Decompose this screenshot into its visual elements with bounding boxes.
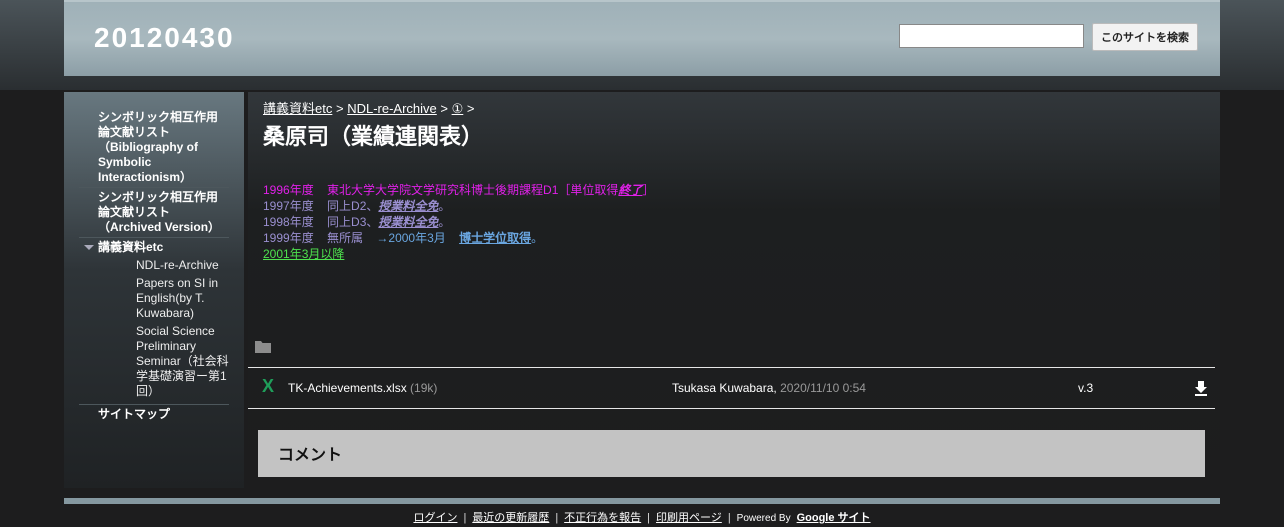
- year-label: 1997年度: [263, 199, 314, 213]
- list-item: 2001年3月以降: [263, 246, 654, 262]
- breadcrumb-link-ndl[interactable]: NDL-re-Archive: [347, 101, 437, 116]
- sidebar-nav: シンボリック相互作用論文献リスト（Bibliography of Symboli…: [79, 110, 229, 426]
- attachment-uploader: Tsukasa Kuwabara, 2020/11/10 0:54: [672, 381, 866, 395]
- footer: ログイン | 最近の更新履歴 | 不正行為を報告 | 印刷用ページ | Powered By Go…: [0, 509, 1284, 525]
- attachment-filename[interactable]: TK-Achievements.xlsx: [288, 381, 407, 395]
- attachment-size: (19k): [410, 381, 438, 395]
- powered-by-text: Powered By: [736, 513, 791, 524]
- completed-link[interactable]: 終了: [618, 183, 642, 197]
- tuition-waiver-link[interactable]: 授業料全免: [378, 199, 438, 213]
- item-tail: 。: [438, 215, 451, 229]
- sidebar-item-label[interactable]: シンボリック相互作用論文献リスト（Archived Version）: [98, 190, 220, 234]
- print-page-link[interactable]: 印刷用ページ: [656, 512, 722, 524]
- year-label: 1999年度: [263, 231, 314, 245]
- attachment-version[interactable]: v.3: [1078, 381, 1093, 395]
- sidebar-subitem-ndl[interactable]: NDL-re-Archive: [98, 258, 229, 273]
- breadcrumb-separator: >: [466, 101, 475, 116]
- page-title: 桑原司（業績連関表）: [263, 124, 484, 149]
- comments-section: コメント: [258, 430, 1205, 477]
- item-tail: ］: [642, 183, 655, 197]
- sidebar-item-label[interactable]: 講義資料etc: [98, 240, 163, 254]
- attachment-date: 2020/11/10 0:54: [780, 381, 866, 395]
- year-label: 1996年度: [263, 183, 314, 197]
- breadcrumb-separator: >: [440, 101, 448, 116]
- item-tail: 。: [438, 199, 451, 213]
- tuition-waiver-link[interactable]: 授業料全免: [378, 215, 438, 229]
- site-header: 20120430 このサイトを検索: [64, 0, 1220, 76]
- attachment-row: X TK-Achievements.xlsx (19k) Tsukasa Kuw…: [248, 367, 1215, 409]
- sidebar: シンボリック相互作用論文献リスト（Bibliography of Symboli…: [64, 92, 244, 488]
- item-tail: 。: [531, 231, 544, 245]
- doctorate-link[interactable]: 博士学位取得: [459, 231, 531, 245]
- folder-icon: [255, 341, 271, 353]
- breadcrumb-link-lecture[interactable]: 講義資料etc: [263, 101, 332, 116]
- item-text: 無所属: [327, 231, 364, 245]
- footer-separator: |: [647, 512, 651, 524]
- search-button[interactable]: このサイトを検索: [1092, 23, 1198, 51]
- sidebar-subitem-papers[interactable]: Papers on SI in English(by T. Kuwabara): [98, 276, 229, 321]
- sidebar-item-bibliography[interactable]: シンボリック相互作用論文献リスト（Bibliography of Symboli…: [79, 110, 229, 188]
- google-sites-link[interactable]: Google サイト: [797, 512, 871, 524]
- excel-file-icon: X: [262, 376, 275, 396]
- breadcrumb-separator: >: [335, 101, 344, 116]
- attachment-author: Tsukasa Kuwabara,: [672, 381, 777, 395]
- list-item: 1998年度 同上D3、授業料全免。: [263, 214, 654, 230]
- sidebar-item-label[interactable]: サイトマップ: [98, 407, 170, 421]
- list-item: 1999年度 無所属 →2000年3月 博士学位取得。: [263, 230, 654, 246]
- report-abuse-link[interactable]: 不正行為を報告: [564, 512, 641, 524]
- item-text: 同上D3、: [327, 215, 379, 229]
- list-item: 1996年度 東北大学大学院文学研究科博士後期課程D1［単位取得終了］: [263, 182, 654, 198]
- site-title[interactable]: 20120430: [94, 22, 235, 54]
- footer-separator: |: [555, 512, 559, 524]
- expand-triangle-icon[interactable]: [84, 245, 94, 250]
- footer-bar: [64, 498, 1220, 504]
- breadcrumb-link-1[interactable]: ①: [452, 101, 464, 116]
- item-text: 東北大学大学院文学研究科博士後期課程D1［単位取得: [327, 183, 619, 197]
- breadcrumb: 講義資料etc > NDL-re-Archive > ① >: [263, 98, 474, 117]
- item-arrow-text: →2000年3月: [376, 231, 446, 245]
- footer-separator: |: [727, 512, 731, 524]
- achievement-list: 1996年度 東北大学大学院文学研究科博士後期課程D1［単位取得終了］ 1997…: [263, 182, 654, 262]
- login-link[interactable]: ログイン: [413, 512, 457, 524]
- sidebar-item-label[interactable]: シンボリック相互作用論文献リスト（Bibliography of Symboli…: [98, 110, 218, 184]
- attachment-file[interactable]: TK-Achievements.xlsx (19k): [288, 381, 437, 395]
- search-input[interactable]: [899, 24, 1084, 48]
- sidebar-item-sitemap[interactable]: サイトマップ: [79, 407, 229, 424]
- year-label: 1998年度: [263, 215, 314, 229]
- download-icon[interactable]: [1194, 380, 1208, 396]
- after-2001-link[interactable]: 2001年3月以降: [263, 247, 344, 261]
- recent-activity-link[interactable]: 最近の更新履歴: [472, 512, 549, 524]
- sidebar-subitem-seminar[interactable]: Social Science Preliminary Seminar（社会科学基…: [98, 324, 229, 399]
- sidebar-item-lecture-materials[interactable]: 講義資料etc NDL-re-Archive Papers on SI in E…: [79, 240, 229, 405]
- main-content: 講義資料etc > NDL-re-Archive > ① > 桑原司（業績連関表…: [248, 92, 1220, 488]
- comments-title: コメント: [278, 447, 343, 464]
- list-item: 1997年度 同上D2、授業料全免。: [263, 198, 654, 214]
- sidebar-item-archived[interactable]: シンボリック相互作用論文献リスト（Archived Version）: [79, 190, 229, 238]
- item-text: 同上D2、: [327, 199, 379, 213]
- footer-separator: |: [463, 512, 467, 524]
